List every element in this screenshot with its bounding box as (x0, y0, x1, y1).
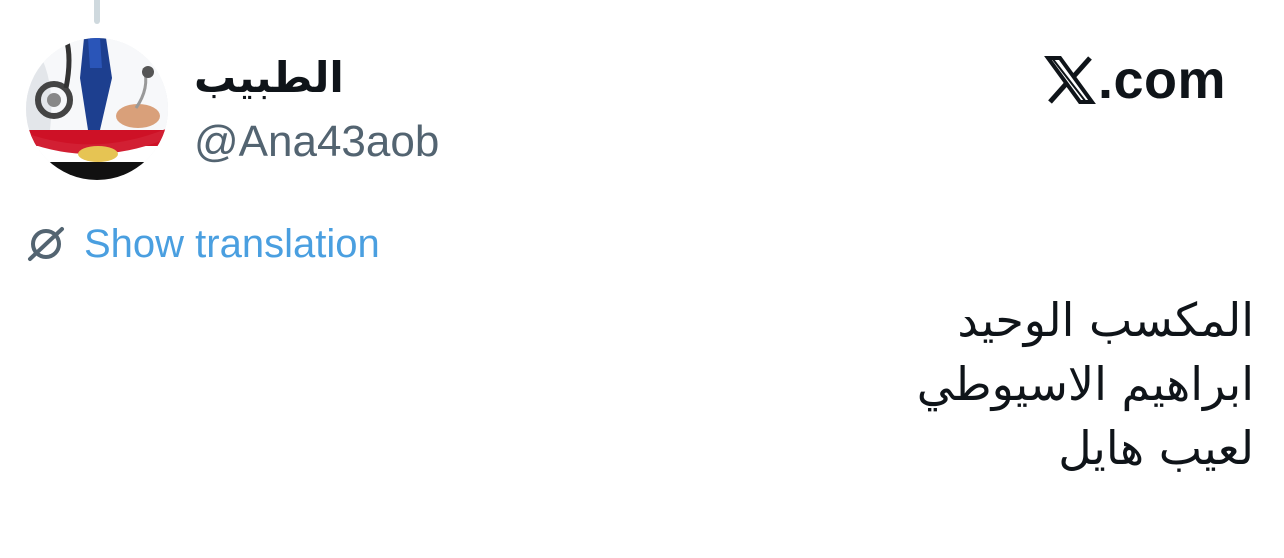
thread-connector-line (94, 0, 100, 24)
brand-domain-text: .com (1097, 50, 1226, 110)
brand-watermark: .com (1044, 48, 1226, 112)
display-name[interactable]: الطبيب (194, 48, 344, 108)
tweet-text: المكسب الوحيد ابراهيم الاسيوطي لعيب هايل (354, 288, 1254, 480)
show-translation-link[interactable]: Show translation (26, 218, 380, 270)
avatar-image (26, 38, 168, 180)
avatar[interactable] (26, 38, 168, 180)
user-handle[interactable]: @Ana43aob (194, 114, 439, 170)
tweet-line: لعيب هايل (1058, 421, 1254, 475)
tweet-card: الطبيب @Ana43aob .com Show translation ا… (0, 0, 1284, 558)
tweet-line: ابراهيم الاسيوطي (916, 357, 1254, 411)
translate-globe-icon (28, 227, 64, 261)
x-logo-icon (1044, 56, 1096, 104)
tweet-line: المكسب الوحيد (957, 293, 1254, 347)
show-translation-label: Show translation (84, 222, 380, 266)
